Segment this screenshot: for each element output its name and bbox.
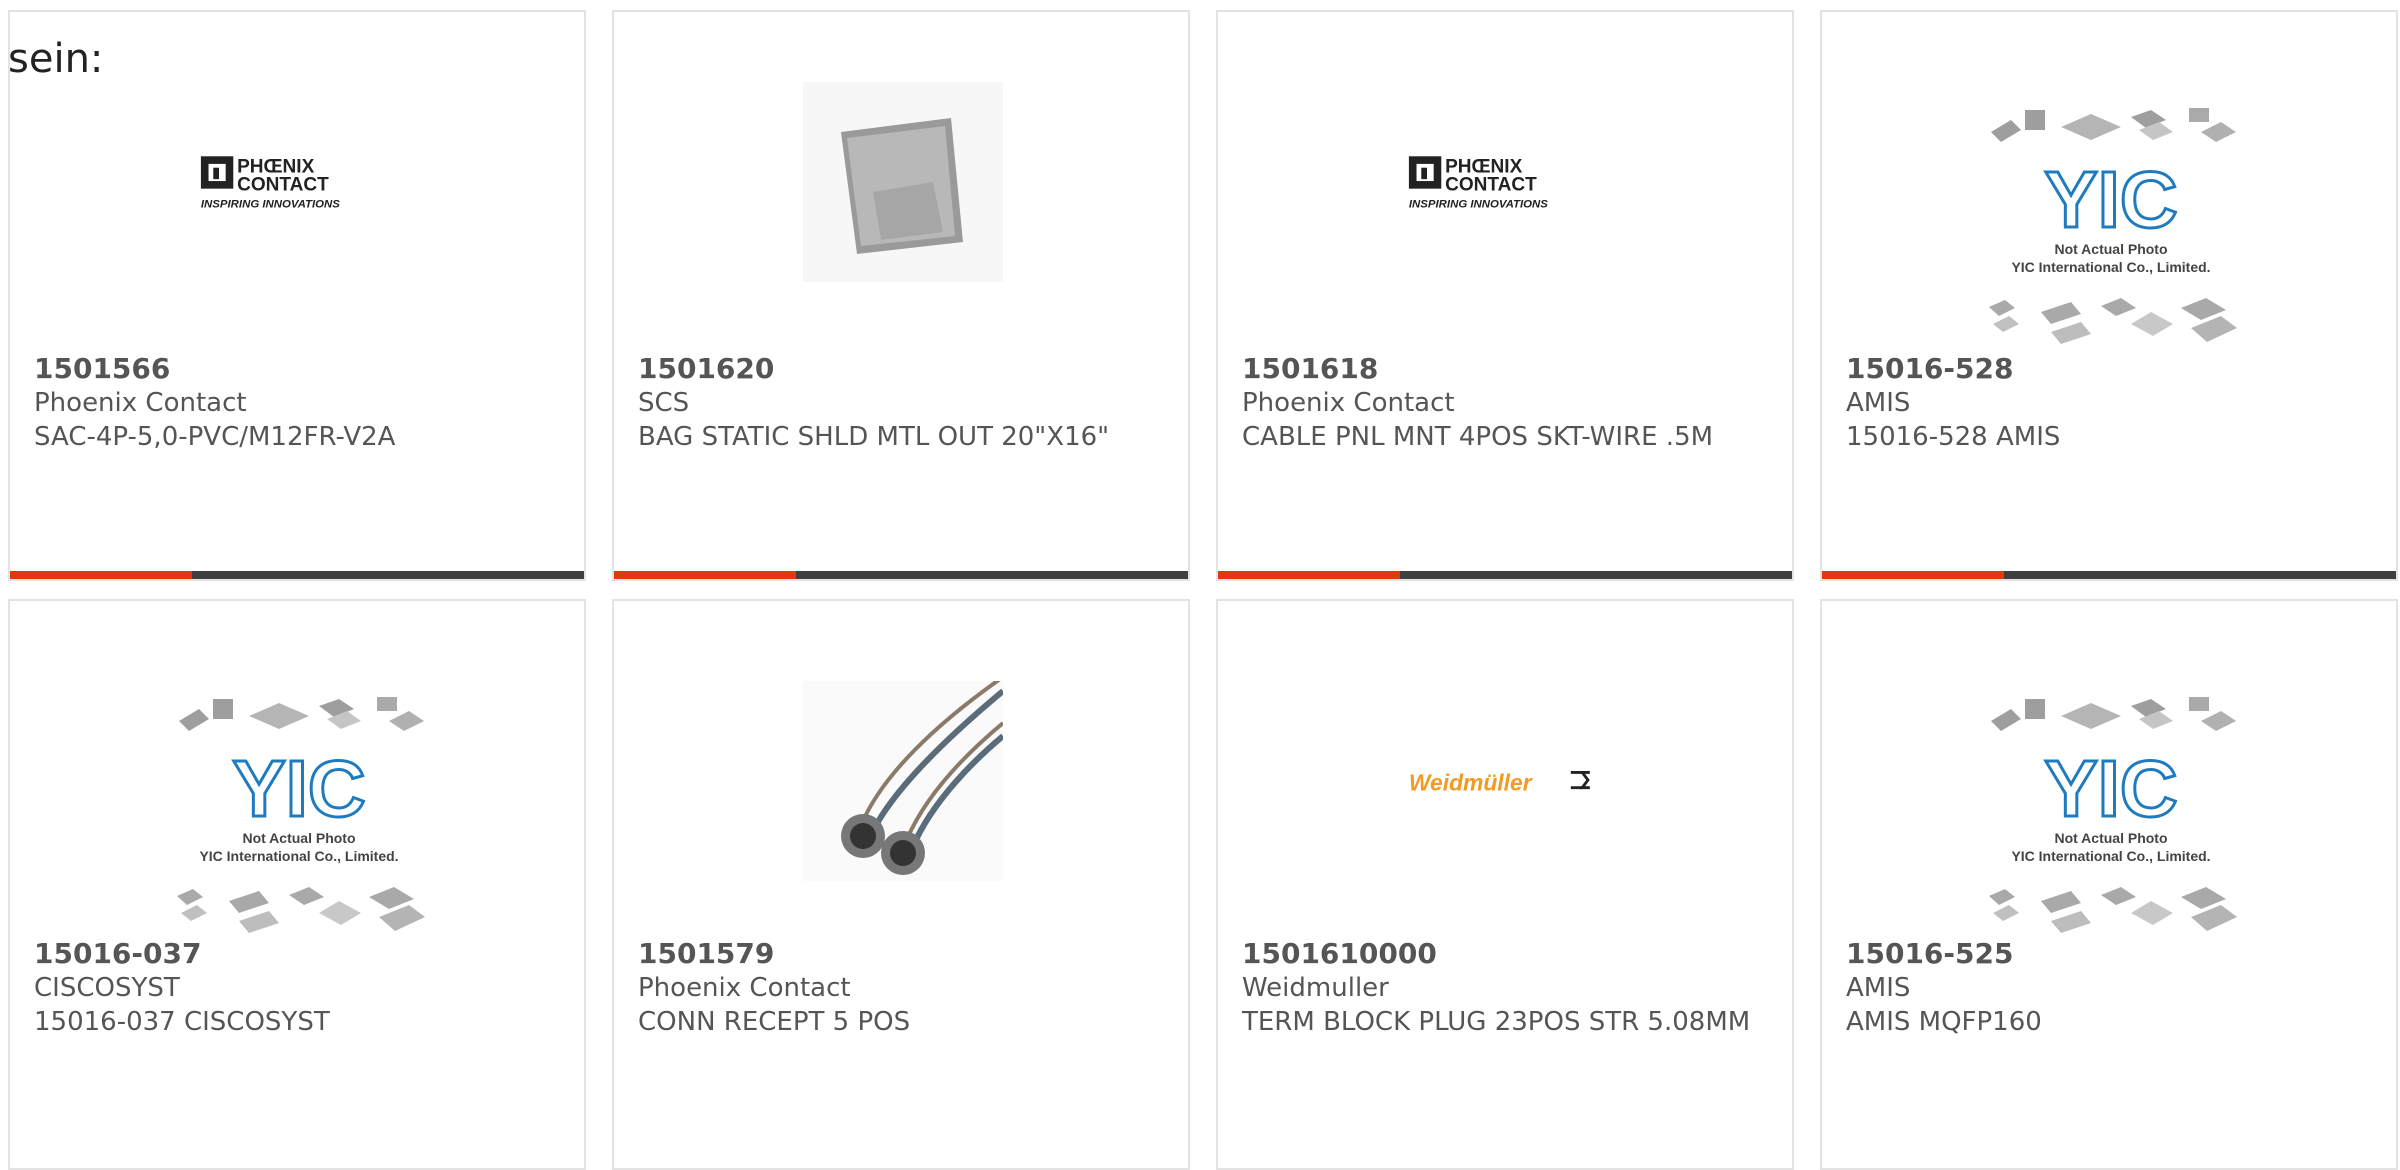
product-card[interactable]: 1501620 SCS BAG STATIC SHLD MTL OUT 20"X… [612,10,1190,581]
svg-text:CONTACT: CONTACT [1445,175,1537,196]
description: 15016-037 CISCOSYST [34,1007,330,1037]
phoenix-contact-logo: PHŒNIX CONTACT INSPIRING INNOVATIONS [200,156,340,211]
svg-text:YIC: YIC [2044,155,2177,244]
manufacturer: AMIS [1846,973,1911,1003]
yic-placeholder-image: YIC Not Actual Photo YIC International C… [1989,108,2237,344]
description: SAC-4P-5,0-PVC/M12FR-V2A [34,422,396,452]
part-number[interactable]: 15016-525 [1846,937,2366,971]
manufacturer: Weidmuller [1242,973,1389,1003]
svg-text:YIC International Co., Limited: YIC International Co., Limited. [2011,259,2210,275]
manufacturer: AMIS [1846,388,1911,418]
product-card[interactable]: 1501579 Phoenix Contact CONN RECEPT 5 PO… [612,599,1190,1170]
card-accent-bar [10,571,192,579]
product-image[interactable]: PHŒNIX CONTACT INSPIRING INNOVATIONS [199,82,399,282]
phoenix-contact-logo: PHŒNIX CONTACT INSPIRING INNOVATIONS [1408,156,1548,211]
static-bag-image [803,82,1003,282]
part-number[interactable]: 15016-528 [1846,352,2366,386]
product-image[interactable] [803,681,1003,881]
svg-text:Weidmüller: Weidmüller [1409,770,1533,796]
product-image[interactable]: YIC Not Actual Photo YIC International C… [169,691,429,941]
svg-text:YIC: YIC [232,744,365,833]
product-card[interactable]: PHŒNIX CONTACT INSPIRING INNOVATIONS 150… [1216,10,1794,581]
svg-text:Not Actual Photo: Not Actual Photo [2054,241,2167,257]
part-number[interactable]: 1501579 [638,937,1158,971]
svg-text:YIC: YIC [2044,744,2177,833]
product-card[interactable]: Weidmüller 1501610000 Weidmuller TERM BL… [1216,599,1794,1170]
part-number[interactable]: 1501618 [1242,352,1762,386]
svg-text:CONTACT: CONTACT [237,175,329,196]
product-card[interactable]: YIC Not Actual Photo YIC International C… [1820,599,2398,1170]
product-image[interactable]: YIC Not Actual Photo YIC International C… [1981,102,2241,352]
card-accent-bar [1218,571,1400,579]
card-bottom-bar [1822,571,2396,579]
manufacturer: Phoenix Contact [34,388,247,418]
description: CONN RECEPT 5 POS [638,1007,911,1037]
part-number[interactable]: 1501620 [638,352,1158,386]
yic-placeholder-image: YIC Not Actual Photo YIC International C… [1989,697,2237,933]
description: CABLE PNL MNT 4POS SKT-WIRE .5M [1242,422,1714,452]
part-number[interactable]: 1501610000 [1242,937,1762,971]
weidmuller-logo: Weidmüller [1409,770,1590,796]
manufacturer: Phoenix Contact [1242,388,1455,418]
manufacturer: Phoenix Contact [638,973,851,1003]
manufacturer: SCS [638,388,690,418]
product-image[interactable] [803,82,1003,282]
svg-text:Not Actual Photo: Not Actual Photo [242,830,355,846]
svg-text:Not Actual Photo: Not Actual Photo [2054,830,2167,846]
svg-text:YIC International Co., Limited: YIC International Co., Limited. [2011,848,2210,864]
product-card[interactable]: YIC Not Actual Photo YIC International C… [8,599,586,1170]
yic-placeholder-image: YIC Not Actual Photo YIC International C… [177,697,425,933]
manufacturer: CISCOSYST [34,973,180,1003]
connector-cable-image [803,681,1003,881]
description: 15016-528 AMIS [1846,422,2061,452]
description: AMIS MQFP160 [1846,1007,2042,1037]
svg-text:INSPIRING INNOVATIONS: INSPIRING INNOVATIONS [201,199,340,211]
part-number[interactable]: 15016-037 [34,937,554,971]
product-image[interactable]: PHŒNIX CONTACT INSPIRING INNOVATIONS [1407,82,1607,282]
description: TERM BLOCK PLUG 23POS STR 5.08MM [1242,1007,1751,1037]
product-grid: PHŒNIX CONTACT INSPIRING INNOVATIONS 150… [8,10,2398,1170]
product-image[interactable]: Weidmüller [1407,681,1607,881]
product-image[interactable]: YIC Not Actual Photo YIC International C… [1981,691,2241,941]
description: BAG STATIC SHLD MTL OUT 20"X16" [638,422,1110,452]
card-bottom-bar [1218,571,1792,579]
part-number[interactable]: 1501566 [34,352,554,386]
product-card[interactable]: PHŒNIX CONTACT INSPIRING INNOVATIONS 150… [8,10,586,581]
card-bottom-bar [10,571,584,579]
intro-text: sein: [8,36,104,82]
svg-text:INSPIRING INNOVATIONS: INSPIRING INNOVATIONS [1409,199,1548,211]
card-accent-bar [1822,571,2004,579]
svg-text:YIC International Co., Limited: YIC International Co., Limited. [199,848,398,864]
card-accent-bar [614,571,796,579]
product-card[interactable]: YIC Not Actual Photo YIC International C… [1820,10,2398,581]
card-bottom-bar [614,571,1188,579]
